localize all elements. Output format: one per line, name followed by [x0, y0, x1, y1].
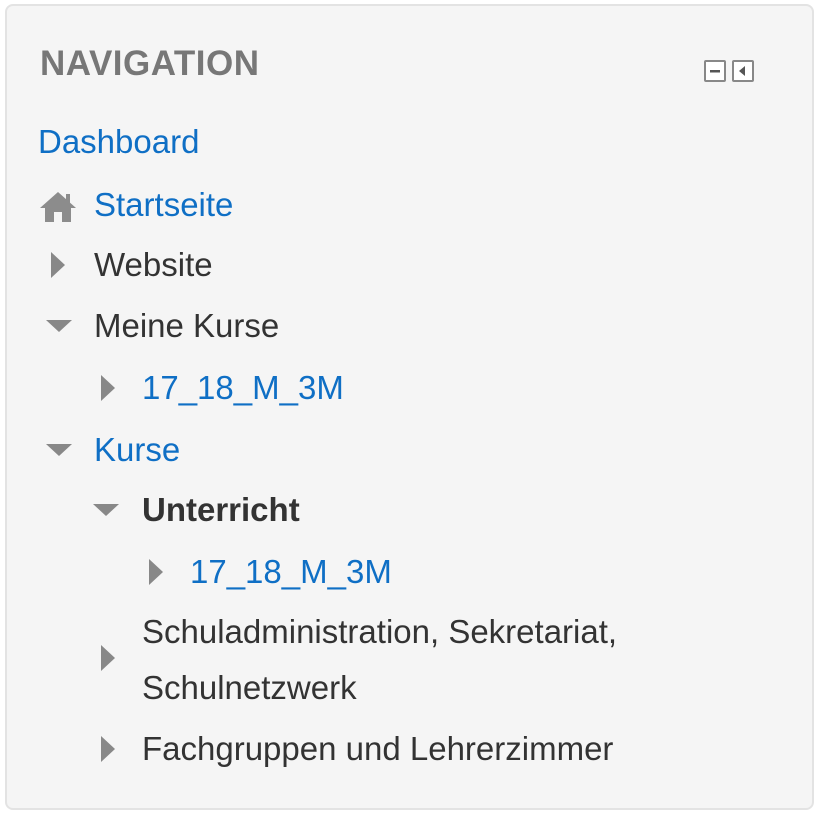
nav-link-dashboard[interactable]: Dashboard	[38, 123, 199, 160]
nav-label-unterricht[interactable]: Unterricht	[142, 491, 300, 528]
nav-item-startseite[interactable]: Startseite	[94, 185, 233, 225]
nav-link-unterricht-course[interactable]: 17_18_M_3M	[190, 553, 392, 590]
collapse-button[interactable]	[704, 60, 726, 82]
triangle-down-icon[interactable]	[45, 319, 73, 333]
block-controls	[704, 60, 754, 82]
block-title: NAVIGATION	[40, 44, 260, 83]
dock-button[interactable]	[732, 60, 754, 82]
triangle-right-icon[interactable]	[100, 374, 116, 402]
triangle-down-icon[interactable]	[45, 443, 73, 457]
nav-item-unterricht-course[interactable]: 17_18_M_3M	[190, 552, 392, 592]
nav-item-meine-kurse[interactable]: Meine Kurse	[94, 306, 279, 346]
nav-label-schuladmin-line1[interactable]: Schuladministration, Sekretariat,	[142, 612, 617, 652]
triangle-right-icon[interactable]	[100, 735, 116, 763]
minus-icon	[710, 70, 720, 73]
nav-link-startseite[interactable]: Startseite	[94, 186, 233, 223]
triangle-down-icon[interactable]	[92, 503, 120, 517]
triangle-right-icon[interactable]	[50, 251, 66, 279]
nav-item-unterricht[interactable]: Unterricht	[142, 490, 300, 530]
nav-label-meine-kurse[interactable]: Meine Kurse	[94, 307, 279, 344]
nav-label-fachgruppen[interactable]: Fachgruppen und Lehrerzimmer	[142, 730, 613, 767]
nav-label-schuladmin-line2[interactable]: Schulnetzwerk	[142, 668, 357, 708]
nav-link-kurse[interactable]: Kurse	[94, 431, 180, 468]
triangle-right-icon[interactable]	[100, 644, 116, 672]
triangle-right-icon[interactable]	[148, 558, 164, 586]
nav-item-kurse[interactable]: Kurse	[94, 430, 180, 470]
dock-left-icon	[739, 66, 745, 76]
nav-item-fachgruppen[interactable]: Fachgruppen und Lehrerzimmer	[142, 729, 613, 769]
nav-link-course[interactable]: 17_18_M_3M	[142, 369, 344, 406]
nav-item-dashboard[interactable]: Dashboard	[38, 122, 199, 162]
nav-label-website[interactable]: Website	[94, 246, 213, 283]
nav-item-schuladministration-cont[interactable]: Schulnetzwerk	[142, 668, 357, 708]
nav-item-course[interactable]: 17_18_M_3M	[142, 368, 344, 408]
home-icon	[40, 192, 76, 222]
nav-item-schuladministration[interactable]: Schuladministration, Sekretariat,	[142, 612, 617, 652]
nav-item-website[interactable]: Website	[94, 245, 213, 285]
